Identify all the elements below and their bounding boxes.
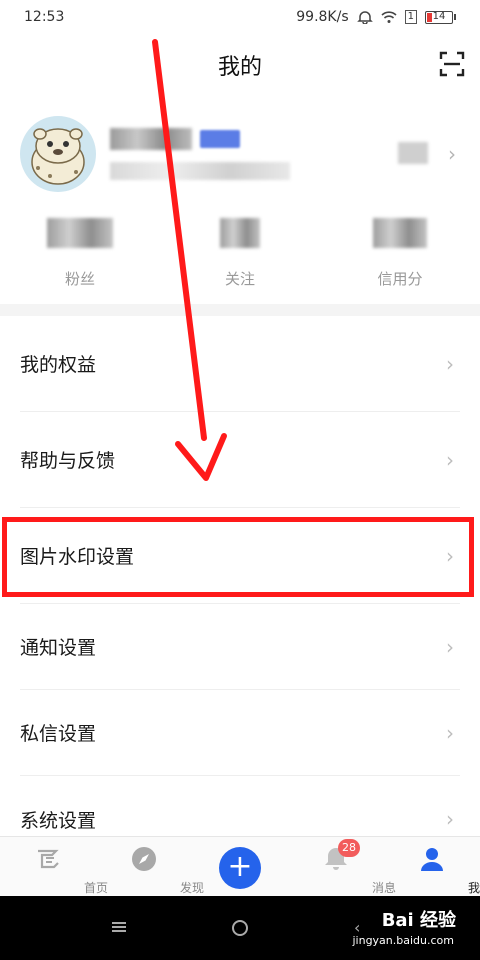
alarm-icon [356, 11, 373, 24]
home-circle-icon[interactable] [232, 920, 248, 936]
chevron-right-icon: › [446, 634, 454, 659]
stat-value-redacted [47, 218, 113, 248]
system-nav-bar: ‹ Bai 经验 jingyan.baidu.com [0, 896, 480, 960]
stat-label: 粉丝 [64, 270, 95, 288]
stats-row: 粉丝 关注 信用分 [0, 214, 480, 294]
menu-icon[interactable] [112, 922, 126, 932]
stat-credit[interactable]: 信用分 [320, 214, 480, 294]
tab-messages[interactable]: 28 消息 [288, 837, 396, 896]
sim-indicator: 1 [404, 10, 417, 24]
battery-level: 14 [432, 10, 446, 22]
battery-icon: 14 [425, 10, 456, 24]
page-header: 我的 [0, 34, 480, 96]
menu-item-label: 帮助与反馈 [20, 450, 116, 472]
status-bar: 12:53 99.8K/s 1 14 [0, 0, 480, 34]
avatar-image [31, 128, 85, 185]
stat-value-redacted [373, 218, 427, 248]
page-title: 我的 [217, 55, 262, 80]
tab-create[interactable]: + [192, 837, 288, 896]
stat-label: 关注 [224, 270, 255, 288]
home-icon [38, 849, 59, 869]
menu-item-label: 系统设置 [20, 809, 97, 832]
menu-item-notification-settings[interactable]: 通知设置 › [20, 604, 460, 690]
chevron-right-icon: › [446, 447, 454, 472]
tab-home[interactable]: 首页 [0, 837, 108, 896]
menu-item-label: 私信设置 [20, 723, 97, 745]
profile-card[interactable]: › [0, 110, 480, 210]
level-badge-redacted [200, 130, 240, 148]
status-icons: 99.8K/s 1 14 [296, 9, 456, 25]
annotation-highlight-box [2, 517, 474, 597]
bottom-tab-bar: 首页 发现 + 28 消息 我的 [0, 836, 480, 896]
menu-item-label: 通知设置 [20, 637, 97, 659]
status-time: 12:53 [24, 9, 65, 25]
avatar[interactable] [20, 116, 96, 192]
chevron-right-icon: › [446, 720, 454, 745]
stat-following[interactable]: 关注 [160, 214, 320, 294]
chevron-right-icon: › [448, 142, 456, 166]
watermark-logo: Bai 经验 [381, 910, 456, 931]
bio-redacted [110, 162, 290, 180]
menu-item-benefits[interactable]: 我的权益 › [20, 316, 460, 412]
stat-label: 信用分 [377, 270, 423, 288]
menu-item-help-feedback[interactable]: 帮助与反馈 › [20, 412, 460, 508]
unread-badge: 28 [338, 839, 360, 857]
chevron-right-icon: › [446, 807, 454, 831]
username-redacted [110, 128, 192, 150]
tab-discover[interactable]: 发现 [96, 837, 204, 896]
net-speed: 99.8K/s [296, 9, 349, 25]
tab-label: 我的 [467, 881, 480, 895]
watermark-url: jingyan.baidu.com [352, 934, 454, 947]
profile-extra-redacted [398, 142, 428, 164]
section-divider [0, 304, 480, 316]
stat-fans[interactable]: 粉丝 [0, 214, 160, 294]
wifi-icon [381, 11, 397, 23]
user-icon [421, 848, 443, 871]
compass-icon [132, 847, 156, 871]
menu-item-message-settings[interactable]: 私信设置 › [20, 690, 460, 776]
plus-icon: + [219, 847, 261, 889]
scan-icon[interactable] [438, 50, 466, 78]
menu-item-label: 我的权益 [20, 354, 97, 376]
tab-mine[interactable]: 我的 [384, 837, 480, 896]
chevron-right-icon: › [446, 351, 454, 376]
stat-value-redacted [220, 218, 260, 248]
